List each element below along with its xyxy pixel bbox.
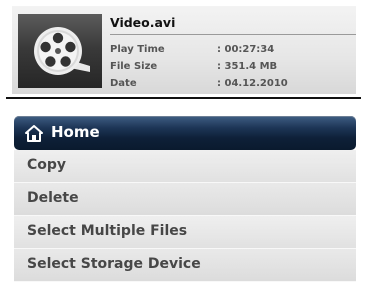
home-label: Home [51, 123, 100, 141]
menu-item-select-storage-device[interactable]: Select Storage Device [14, 249, 356, 282]
file-name-divider [110, 34, 356, 35]
menu-item-delete[interactable]: Delete [14, 183, 356, 216]
menu-item-label: Copy [27, 157, 67, 173]
date-label: Date [110, 78, 137, 89]
file-size-label: File Size [110, 61, 158, 72]
menu-item-label: Select Storage Device [27, 256, 201, 272]
play-time-label: Play Time [110, 44, 165, 55]
home-button[interactable]: Home [14, 116, 356, 150]
home-icon [25, 125, 43, 142]
date-value: : 04.12.2010 [217, 78, 288, 89]
file-info-panel: Video.avi Play Time : 00:27:34 File Size… [12, 6, 356, 94]
options-menu: Home Copy Delete Select Multiple Files S… [14, 116, 356, 282]
menu-item-label: Delete [27, 190, 79, 206]
play-time-value: : 00:27:34 [217, 44, 275, 55]
film-reel-icon [34, 27, 90, 75]
menu-item-label: Select Multiple Files [27, 223, 188, 239]
menu-item-select-multiple-files[interactable]: Select Multiple Files [14, 216, 356, 249]
video-thumbnail [18, 14, 102, 88]
menu-item-copy[interactable]: Copy [14, 150, 356, 183]
file-name: Video.avi [110, 15, 176, 30]
section-divider [6, 97, 361, 99]
file-size-value: : 351.4 MB [217, 61, 278, 72]
